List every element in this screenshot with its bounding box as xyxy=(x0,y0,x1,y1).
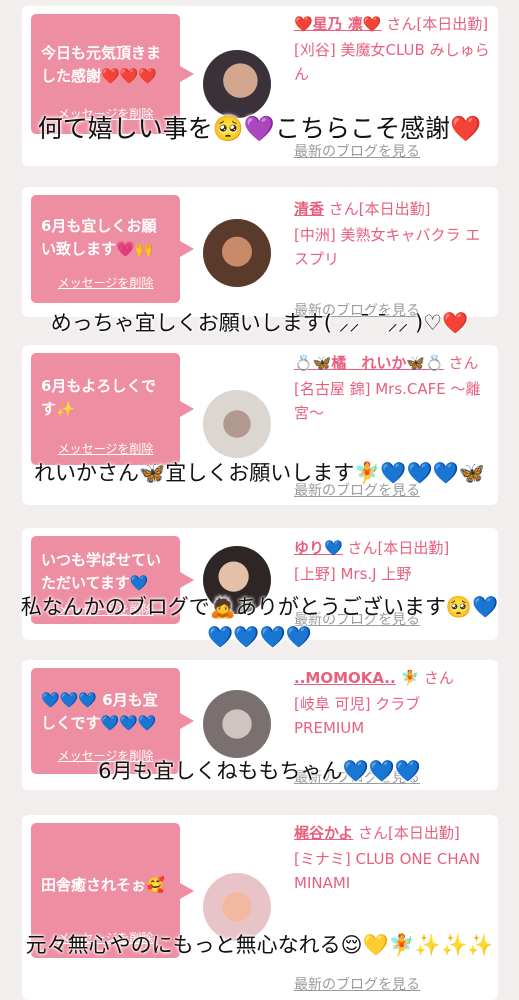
reply-overlay-text: 元々無心やのにもっと無心なれる😌💛🧚✨✨✨ xyxy=(25,933,494,957)
delete-message-link[interactable]: メッセージを削除 xyxy=(31,272,180,295)
cast-info: ゆり💙 さん[本日出勤] [上野] Mrs.J 上野 最新のブログを見る xyxy=(294,536,490,628)
reply-overlay-text: めっちゃ宜しくお願いします( ⸝⸝¯ ¯⸝⸝ )♡❤️ xyxy=(50,311,469,335)
message-text: 6月もよろしくです✨ xyxy=(41,377,156,418)
reply-overlay-text: 私なんかのブログで🙇ありがとうございます🥺💙💙💙💙💙 xyxy=(20,595,499,649)
message-card: 6月も宜しくお願い致します💗🙌 メッセージを削除 清香 さん[本日出勤] [中洲… xyxy=(22,187,498,319)
avatar[interactable] xyxy=(203,690,271,758)
cast-info: ❤️星乃 凛❤️ さん[本日出勤] [刈谷] 美魔女CLUB みしゅらん 最新の… xyxy=(294,12,490,160)
reply-overlay-text: 何て嬉しい事を🥺💜こちらこそ感謝❤️ xyxy=(37,114,482,143)
cast-status: さん xyxy=(448,354,479,372)
shop-link[interactable]: [上野] Mrs.J 上野 xyxy=(294,562,490,586)
message-text: いつも学ばせていただいてます💙 xyxy=(41,551,162,592)
cast-info: 梶谷かよ さん[本日出勤] [ミナミ] CLUB ONE CHAN MINAMI… xyxy=(294,821,490,993)
cast-info: ..MOMOKA.. 🧚 さん [岐阜 可児] クラブPREMIUM 最新のブロ… xyxy=(294,666,490,786)
cast-status: さん[本日出勤] xyxy=(386,15,489,33)
cast-status: さん[本日出勤] xyxy=(347,539,450,557)
cast-info: 💍🦋橘 れいか🦋💍 さん [名古屋 錦] Mrs.CAFE ～離宮～ 最新のブロ… xyxy=(294,351,490,499)
reply-overlay-text: れいかさん🦋宜しくお願いします🧚💙💙💙🦋 xyxy=(34,461,485,485)
cast-status: 🧚 さん xyxy=(400,669,454,687)
shop-link[interactable]: [岐阜 可児] クラブPREMIUM xyxy=(294,692,490,740)
message-bubble: 6月もよろしくです✨ メッセージを削除 xyxy=(31,353,194,465)
shop-link[interactable]: [ミナミ] CLUB ONE CHAN MINAMI xyxy=(294,847,490,895)
cast-name-link[interactable]: ..MOMOKA.. xyxy=(294,669,396,687)
shop-link[interactable]: [名古屋 錦] Mrs.CAFE ～離宮～ xyxy=(294,377,490,425)
avatar[interactable] xyxy=(203,390,271,458)
cast-status: さん[本日出勤] xyxy=(358,824,460,842)
cast-name-link[interactable]: ❤️星乃 凛❤️ xyxy=(294,15,382,33)
avatar[interactable] xyxy=(203,219,271,287)
message-card: 田舎癒されそぉ🥰 メッセージを削除 梶谷かよ さん[本日出勤] [ミナミ] CL… xyxy=(22,815,498,1000)
cast-name-link[interactable]: 梶谷かよ xyxy=(294,824,353,842)
message-text: 田舎癒されそぉ🥰 xyxy=(41,876,165,894)
message-text: 6月も宜しくお願い致します💗🙌 xyxy=(41,217,157,258)
cast-name-link[interactable]: 💍🦋橘 れいか🦋💍 xyxy=(294,354,444,372)
cast-name-link[interactable]: 清香 xyxy=(294,200,324,218)
cast-status: さん[本日出勤] xyxy=(328,200,431,218)
shop-link[interactable]: [刈谷] 美魔女CLUB みしゅらん xyxy=(294,38,490,86)
message-text: 今日も元気頂きました感謝❤️❤️❤️ xyxy=(41,44,162,85)
cast-info: 清香 さん[本日出勤] [中洲] 美熟女キャバクラ エスプリ 最新のブログを見る xyxy=(294,197,490,319)
avatar[interactable] xyxy=(203,50,271,118)
latest-blog-link[interactable]: 最新のブログを見る xyxy=(294,973,420,997)
cast-name-link[interactable]: ゆり💙 xyxy=(294,539,343,557)
reply-overlay-text: 6月も宜しくねももちゃん💙💙💙 xyxy=(98,759,421,783)
message-text: 💙💙💙 6月も宜しくです💙💙💙 xyxy=(41,691,158,732)
message-bubble: 6月も宜しくお願い致します💗🙌 メッセージを削除 xyxy=(31,195,194,303)
shop-link[interactable]: [中洲] 美熟女キャバクラ エスプリ xyxy=(294,223,490,271)
